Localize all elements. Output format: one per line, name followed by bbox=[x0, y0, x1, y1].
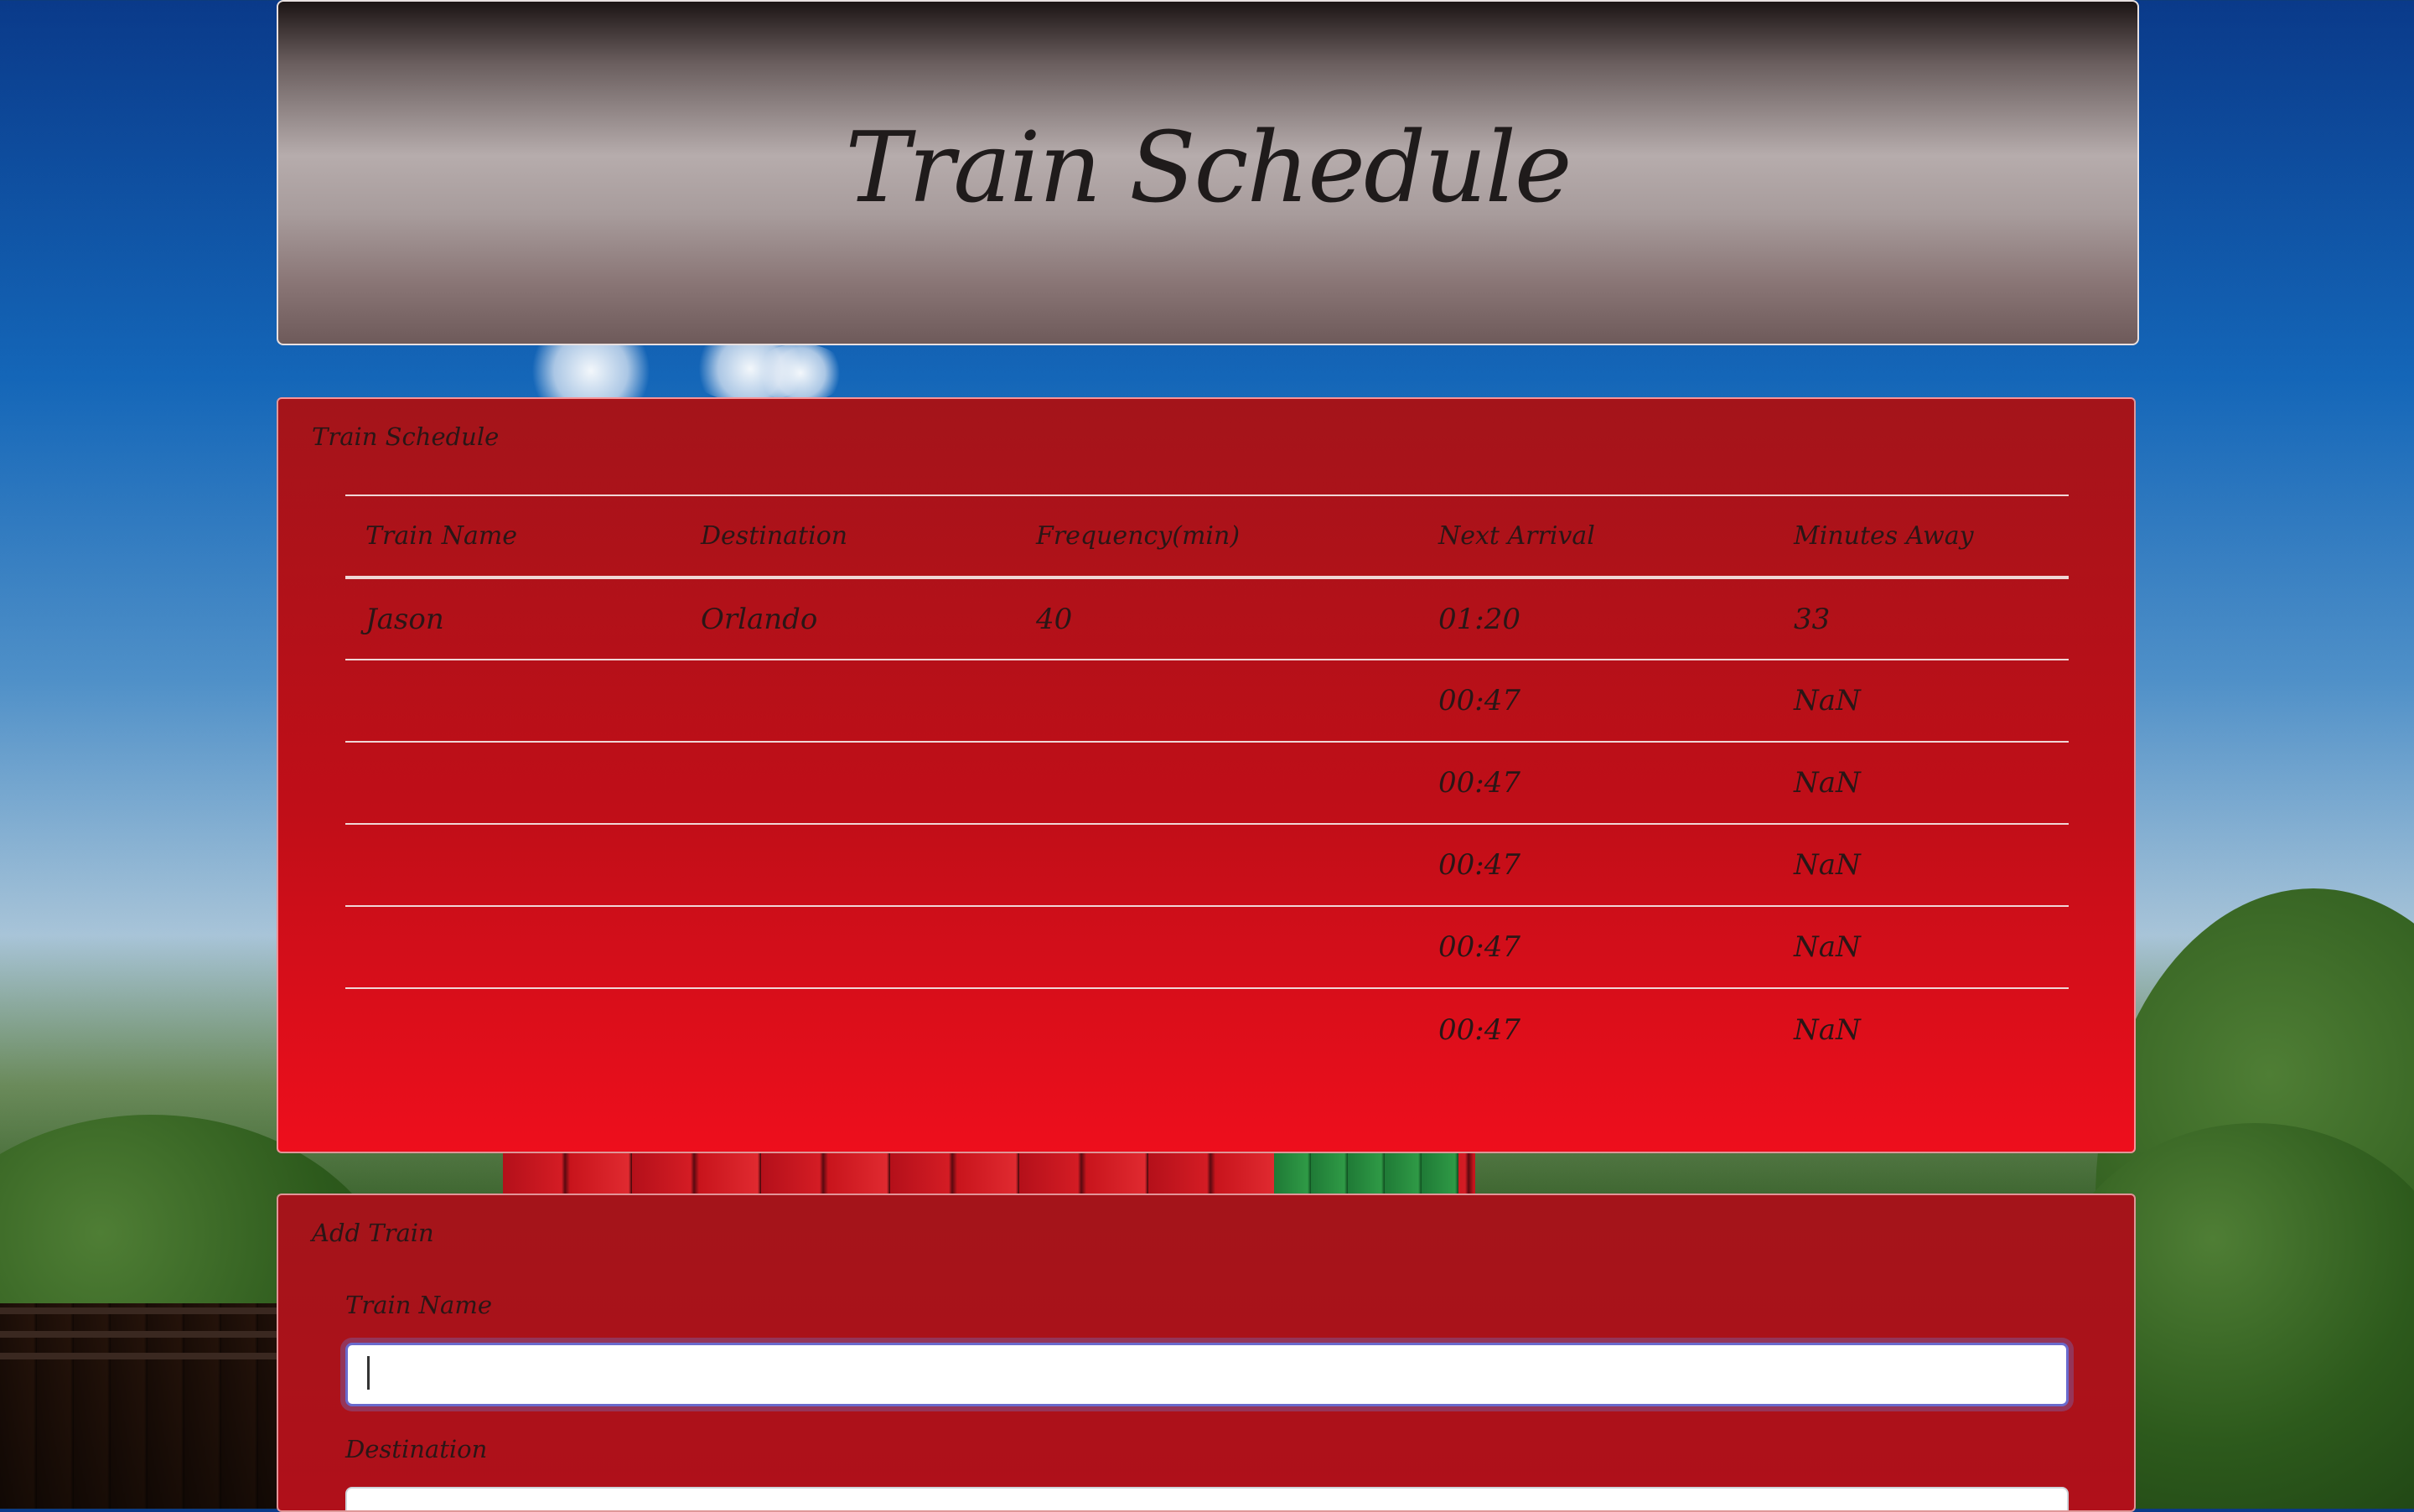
column-header-train-name: Train Name bbox=[365, 521, 518, 551]
text-cursor bbox=[367, 1356, 370, 1390]
cell-train-name: Jason bbox=[365, 602, 444, 636]
cell-destination bbox=[681, 660, 1016, 742]
cell-next-arrival: 00:47 bbox=[1438, 1012, 1520, 1047]
schedule-panel-heading: Train Schedule bbox=[312, 422, 500, 451]
add-train-panel-heading: Add Train bbox=[312, 1219, 434, 1247]
cell-next-arrival: 00:47 bbox=[1438, 766, 1520, 800]
schedule-table: Train Name Destination Frequency(min) Ne… bbox=[345, 495, 2069, 1070]
table-row: 00:47 NaN bbox=[345, 742, 2069, 824]
table-row: 00:47 NaN bbox=[345, 824, 2069, 906]
table-header-row: Train Name Destination Frequency(min) Ne… bbox=[345, 495, 2069, 577]
cell-minutes-away: 33 bbox=[1794, 602, 1831, 636]
cell-destination bbox=[681, 906, 1016, 988]
cell-next-arrival: 00:47 bbox=[1438, 848, 1520, 882]
cell-frequency bbox=[1016, 742, 1418, 824]
cell-minutes-away: NaN bbox=[1794, 1012, 1861, 1047]
add-train-panel: Add Train Train Name Destination bbox=[277, 1194, 2136, 1512]
header-banner: Train Schedule bbox=[277, 0, 2139, 345]
cell-frequency: 40 bbox=[1036, 602, 1073, 636]
cell-destination: Orlando bbox=[701, 602, 818, 636]
cell-next-arrival: 00:47 bbox=[1438, 684, 1520, 717]
destination-label: Destination bbox=[345, 1435, 488, 1463]
cell-minutes-away: NaN bbox=[1794, 930, 1861, 964]
page-title: Train Schedule bbox=[845, 111, 1572, 225]
train-name-input[interactable] bbox=[345, 1343, 2069, 1406]
cell-frequency bbox=[1016, 660, 1418, 742]
table-row: 00:47 NaN bbox=[345, 988, 2069, 1070]
cell-train-name bbox=[345, 824, 681, 906]
column-header-minutes-away: Minutes Away bbox=[1794, 521, 1974, 551]
cell-minutes-away: NaN bbox=[1794, 684, 1861, 717]
table-row: 00:47 NaN bbox=[345, 660, 2069, 742]
cell-next-arrival: 01:20 bbox=[1438, 602, 1520, 636]
column-header-next-arrival: Next Arrival bbox=[1438, 521, 1595, 551]
cloud bbox=[754, 344, 847, 402]
cell-minutes-away: NaN bbox=[1794, 848, 1861, 882]
rail bbox=[0, 1353, 281, 1359]
cell-frequency bbox=[1016, 988, 1418, 1070]
cell-train-name bbox=[345, 906, 681, 988]
rail bbox=[0, 1307, 281, 1314]
cell-frequency bbox=[1016, 906, 1418, 988]
table-row: 00:47 NaN bbox=[345, 906, 2069, 988]
table-row: Jason Orlando 40 01:20 33 bbox=[345, 577, 2069, 660]
column-header-frequency: Frequency(min) bbox=[1036, 521, 1241, 551]
cell-train-name bbox=[345, 988, 681, 1070]
column-header-destination: Destination bbox=[701, 521, 848, 551]
cell-destination bbox=[681, 824, 1016, 906]
cell-train-name bbox=[345, 660, 681, 742]
schedule-panel: Train Schedule Train Name Destination Fr… bbox=[277, 397, 2136, 1153]
cell-frequency bbox=[1016, 824, 1418, 906]
rail bbox=[0, 1331, 281, 1338]
cell-next-arrival: 00:47 bbox=[1438, 930, 1520, 964]
cell-minutes-away: NaN bbox=[1794, 766, 1861, 800]
train-car-green bbox=[1274, 1150, 1458, 1194]
cell-destination bbox=[681, 742, 1016, 824]
cell-train-name bbox=[345, 742, 681, 824]
train-name-label: Train Name bbox=[345, 1291, 492, 1319]
cell-destination bbox=[681, 988, 1016, 1070]
